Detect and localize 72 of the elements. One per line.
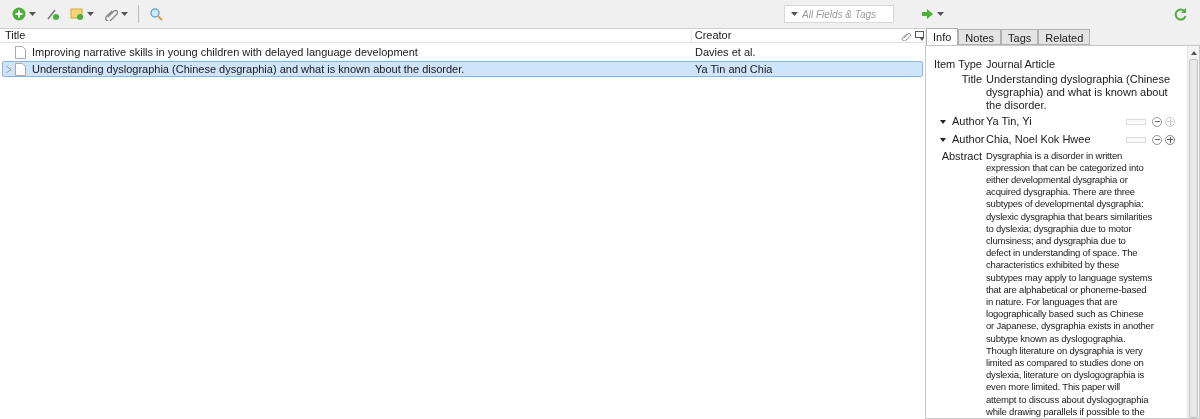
- field-value[interactable]: Understanding dyslographia (Chinese dysgraphia) and what is known about the disorder.: [986, 73, 1176, 112]
- abstract-line: expression that can be categorized into: [986, 161, 1144, 174]
- new-note-button[interactable]: [70, 7, 94, 21]
- dropdown-arrow-icon[interactable]: [940, 137, 946, 142]
- search-field[interactable]: All Fields & Tags: [784, 5, 894, 23]
- paperclip-icon: [104, 7, 118, 21]
- abstract-line: to dyslexia; dysgraphia due to motor: [986, 222, 1132, 235]
- field-value[interactable]: Chia, Noel Kok Hwee: [986, 133, 1126, 147]
- dropdown-arrow-icon[interactable]: [940, 119, 946, 124]
- name-mode-toggle[interactable]: [1126, 118, 1146, 125]
- caret-icon: [29, 12, 36, 16]
- abstract-line: subtypes may apply to language systems: [986, 271, 1153, 284]
- table-cell-text: Understanding dyslographia (Chinese dysgraphia) and what is known about the disorder.: [32, 61, 466, 77]
- scroll-up-icon[interactable]: [1190, 51, 1197, 55]
- column-header[interactable]: Title: [0, 27, 692, 44]
- locate-button[interactable]: [922, 9, 944, 19]
- scrollbar[interactable]: [1187, 46, 1199, 418]
- table-cell-text: Ya Tin and Chia: [695, 61, 773, 77]
- field-label: Abstract: [940, 149, 983, 163]
- abstract-line: acquired dysgraphia. There are three: [986, 186, 1135, 199]
- caret-icon: [121, 12, 128, 16]
- tab[interactable]: Related: [1038, 29, 1091, 45]
- abstract-line: attempt to discuss about dyslogographia: [986, 393, 1149, 406]
- abstract-line: clumsiness; and dysgraphia due to: [986, 234, 1126, 248]
- add-author-button[interactable]: [1165, 134, 1175, 145]
- abstract-line: that are alphabetical or phoneme-based: [986, 283, 1147, 296]
- abstract-line: dyslexia, literature on dyslogographia is: [986, 369, 1145, 382]
- abstract-line: limited as compared to studies done on: [986, 357, 1144, 370]
- caret-icon: [87, 12, 94, 16]
- field-label: Author: [952, 133, 986, 147]
- field-value[interactable]: Ya Tin, Yi: [986, 115, 1126, 129]
- abstract-line: subtypes of developmental dysgraphia:: [986, 198, 1144, 211]
- column-header[interactable]: Creator: [691, 27, 882, 44]
- name-mode-toggle[interactable]: [1126, 136, 1146, 143]
- table-row[interactable]: Improving narrative skills in young children with delayed language development Davies et al.: [2, 44, 923, 60]
- abstract-line: while drawing parallels if possible to the: [986, 405, 1145, 418]
- caret-icon: [791, 12, 798, 16]
- wand-icon: [46, 7, 60, 21]
- field-label: Item Type: [932, 58, 983, 71]
- note-icon: [70, 7, 84, 21]
- abstract-line: characteristics exhibited by these: [986, 259, 1120, 272]
- scroll-thumb[interactable]: [1189, 59, 1198, 418]
- field-label: Title: [960, 73, 983, 86]
- new-item-button[interactable]: [12, 7, 36, 21]
- abstract-line: Though literature on dysgraphia is very: [986, 344, 1143, 357]
- field-value[interactable]: Journal Article: [986, 58, 1176, 71]
- caret-icon: [937, 12, 944, 16]
- table-row[interactable]: Understanding dyslographia (Chinese dysgraphia) and what is known about the disorder. Ya Tin and Chia: [2, 61, 923, 77]
- sync-icon: [1174, 7, 1188, 21]
- table-cell-text: Davies et al.: [695, 44, 756, 60]
- search-icon: [149, 7, 163, 21]
- field-label: Author: [952, 115, 986, 129]
- tab[interactable]: Info: [926, 28, 959, 45]
- abstract-line: or Japanese, dysgraphia exists in another: [986, 320, 1154, 333]
- abstract-line: even more limited. This paper will: [986, 381, 1120, 394]
- abstract-line: defect in understanding of space. The: [986, 247, 1138, 260]
- attachment-button[interactable]: [104, 7, 128, 21]
- plus-circle-icon: [12, 7, 26, 21]
- document-icon: [15, 62, 26, 76]
- abstract-line: in nature. For languages that are: [986, 295, 1118, 309]
- document-icon: [15, 45, 26, 59]
- abstract-line: either developmental dysgraphia or: [986, 173, 1128, 187]
- right-arrow-icon: [922, 9, 933, 19]
- abstract-line: subtype known as dyslogographia.: [986, 332, 1126, 345]
- abstract-line: dyslexic dysgraphia that bears similarities: [986, 210, 1153, 223]
- tab[interactable]: Tags: [1001, 29, 1039, 45]
- paperclip-icon: [901, 30, 912, 41]
- abstract-line: logographically based such as Chinese: [986, 308, 1144, 321]
- table-cell-text: Improving narrative skills in young children with delayed language development: [32, 44, 419, 60]
- tab[interactable]: Notes: [958, 29, 1002, 45]
- add-by-identifier-button[interactable]: [46, 7, 60, 21]
- abstract-line: Dysgraphia is a disorder in written: [986, 149, 1123, 162]
